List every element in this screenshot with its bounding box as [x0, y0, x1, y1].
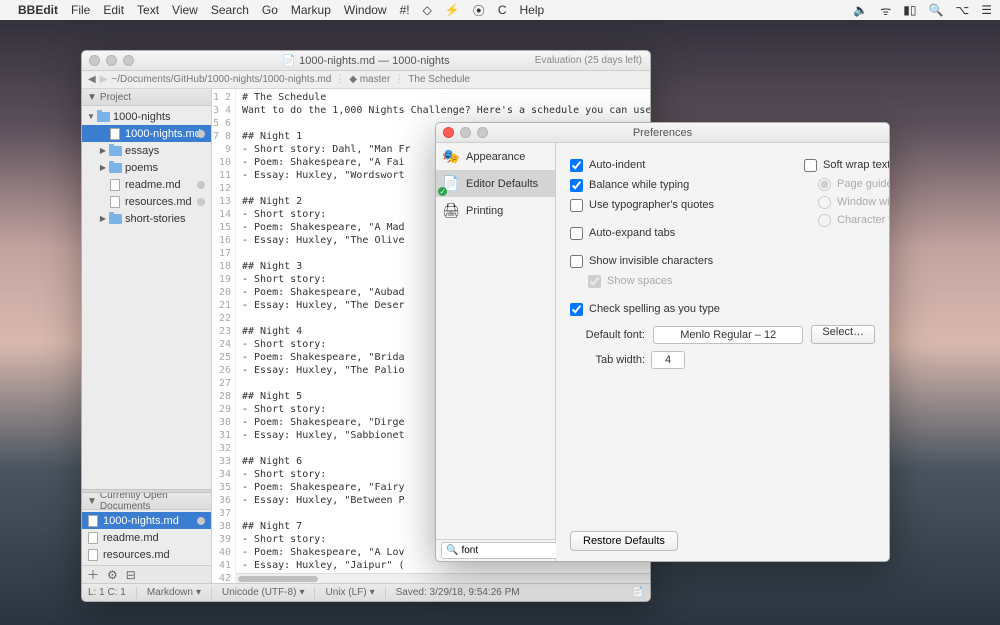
default-font-row: Default font: Menlo Regular – 12 Select…	[570, 325, 875, 344]
opt-show-spaces: Show spaces	[570, 271, 875, 291]
tab-width-label: Tab width:	[570, 354, 645, 366]
section-segment[interactable]: The Schedule	[408, 74, 470, 85]
doc-icon[interactable]: 📄	[632, 587, 644, 598]
menu-markup[interactable]: Markup	[291, 3, 331, 17]
path-segment[interactable]: ~/Documents/GitHub/1000-nights/1000-nigh…	[111, 74, 331, 85]
restore-defaults-button[interactable]: Restore Defaults	[570, 531, 678, 551]
opt-softwrap[interactable]: Soft wrap text to:	[804, 155, 890, 175]
zoom-icon[interactable]	[477, 127, 488, 138]
menu-search[interactable]: Search	[211, 3, 249, 17]
cursor-pos[interactable]: L: 1 C: 1	[88, 587, 126, 598]
nav-fwd-icon[interactable]: ▶	[100, 74, 108, 85]
prefs-panel: Auto-indent Balance while typing Use typ…	[556, 143, 889, 561]
open-doc-row[interactable]: readme.md	[82, 529, 211, 546]
branch-segment[interactable]: ◆ master	[349, 74, 390, 85]
tab-width-row: Tab width: 4	[570, 351, 875, 369]
line-ending-selector[interactable]: Unix (LF) ▾	[325, 587, 374, 598]
radio-page-guide: Page guide	[804, 175, 890, 193]
prefs-title: Preferences	[436, 127, 889, 139]
language-selector[interactable]: Markdown ▾	[147, 587, 201, 598]
project-tree: ▼1000-nights1000-nights.md▶essays▶poemsr…	[82, 106, 211, 229]
project-header[interactable]: ▼ Project	[82, 89, 211, 106]
tree-row[interactable]: ▶poems	[82, 159, 211, 176]
open-doc-row[interactable]: 1000-nights.md	[82, 512, 211, 529]
default-font-field: Menlo Regular – 12	[653, 326, 803, 344]
tree-row[interactable]: ▶essays	[82, 142, 211, 159]
horizontal-scrollbar[interactable]	[236, 573, 650, 583]
menu-window[interactable]: Window	[344, 3, 387, 17]
close-icon[interactable]	[89, 55, 100, 66]
add-icon[interactable]: ＋	[87, 566, 99, 583]
tree-row[interactable]: ▼1000-nights	[82, 108, 211, 125]
opt-invisible[interactable]: Show invisible characters	[570, 251, 875, 271]
menubar: BBEdit File Edit Text View Search Go Mar…	[0, 0, 1000, 20]
search-icon: 🔍	[446, 545, 458, 556]
select-font-button[interactable]: Select…	[811, 325, 875, 344]
menu-text[interactable]: Text	[137, 3, 159, 17]
nav-back-icon[interactable]: ◀	[88, 74, 96, 85]
prefs-category-list: 🎭Appearance📄Editor Defaults✓🖨Printing 🔍 …	[436, 143, 556, 561]
menu-view[interactable]: View	[172, 3, 198, 17]
speaker-icon[interactable]: 🔈	[853, 3, 868, 17]
tab-width-field[interactable]: 4	[651, 351, 685, 369]
list-icon[interactable]: ☰	[981, 3, 992, 17]
prefs-search: 🔍 ⊗	[436, 539, 555, 561]
menu-file[interactable]: File	[71, 3, 90, 17]
minimize-icon[interactable]	[460, 127, 471, 138]
encoding-selector[interactable]: Unicode (UTF-8) ▾	[222, 587, 305, 598]
path-bar[interactable]: ◀ ▶ ~/Documents/GitHub/1000-nights/1000-…	[82, 71, 650, 89]
menu-help[interactable]: Help	[519, 3, 544, 17]
prefs-category[interactable]: 🎭Appearance	[436, 143, 555, 170]
prefs-titlebar[interactable]: Preferences	[436, 123, 889, 143]
open-docs-header[interactable]: ▼ Currently Open Documents	[82, 493, 211, 510]
close-icon[interactable]	[443, 127, 454, 138]
tree-row[interactable]: readme.md	[82, 176, 211, 193]
prefs-category[interactable]: 🖨Printing	[436, 197, 555, 224]
opt-spellcheck[interactable]: Check spelling as you type	[570, 299, 875, 319]
toggles-icon[interactable]: ⌥	[955, 3, 969, 17]
menu-go[interactable]: Go	[262, 3, 278, 17]
open-docs-list: 1000-nights.mdreadme.mdresources.md	[82, 510, 211, 565]
menu-scripts[interactable]: #!	[400, 3, 410, 17]
tree-row[interactable]: ▶short-stories	[82, 210, 211, 227]
editor-titlebar[interactable]: 📄 1000-nights.md — 1000-nights Evaluatio…	[82, 51, 650, 71]
prefs-category[interactable]: 📄Editor Defaults✓	[436, 170, 555, 197]
gear-icon[interactable]: ⚙	[107, 568, 118, 582]
project-sidebar: ▼ Project ▼1000-nights1000-nights.md▶ess…	[82, 89, 212, 583]
minimize-icon[interactable]	[106, 55, 117, 66]
battery-icon[interactable]: ▮▯	[903, 3, 916, 17]
wifi-icon[interactable]: ᯤ	[880, 2, 891, 19]
radio-window-width: Window width	[804, 193, 890, 211]
line-gutter: 1 2 3 4 5 6 7 8 9 10 11 12 13 14 15 16 1…	[212, 89, 236, 583]
menu-icon-3[interactable]: ⦿	[473, 2, 485, 19]
saved-label: Saved: 3/29/18, 9:54:26 PM	[396, 587, 520, 598]
radio-char-width: Character width:80	[804, 211, 890, 229]
status-bar: L: 1 C: 1 Markdown ▾ Unicode (UTF-8) ▾ U…	[82, 583, 650, 601]
zoom-icon[interactable]	[123, 55, 134, 66]
menu-icon-2[interactable]: ⚡	[445, 3, 460, 17]
sidebar-footer: ＋ ⚙ ⊟	[82, 565, 211, 583]
spotlight-icon[interactable]: 🔍	[928, 3, 943, 17]
default-font-label: Default font:	[570, 329, 645, 341]
tree-row[interactable]: resources.md	[82, 193, 211, 210]
preferences-window: Preferences 🎭Appearance📄Editor Defaults✓…	[435, 122, 890, 562]
menu-edit[interactable]: Edit	[103, 3, 124, 17]
evaluation-label: Evaluation (25 days left)	[535, 55, 642, 66]
app-menu[interactable]: BBEdit	[18, 3, 58, 17]
open-doc-row[interactable]: resources.md	[82, 546, 211, 563]
collapse-icon[interactable]: ⊟	[126, 568, 136, 582]
tree-row[interactable]: 1000-nights.md	[82, 125, 211, 142]
menu-icon-4[interactable]: C	[498, 3, 507, 17]
menu-icon-1[interactable]: ◇	[423, 3, 432, 17]
